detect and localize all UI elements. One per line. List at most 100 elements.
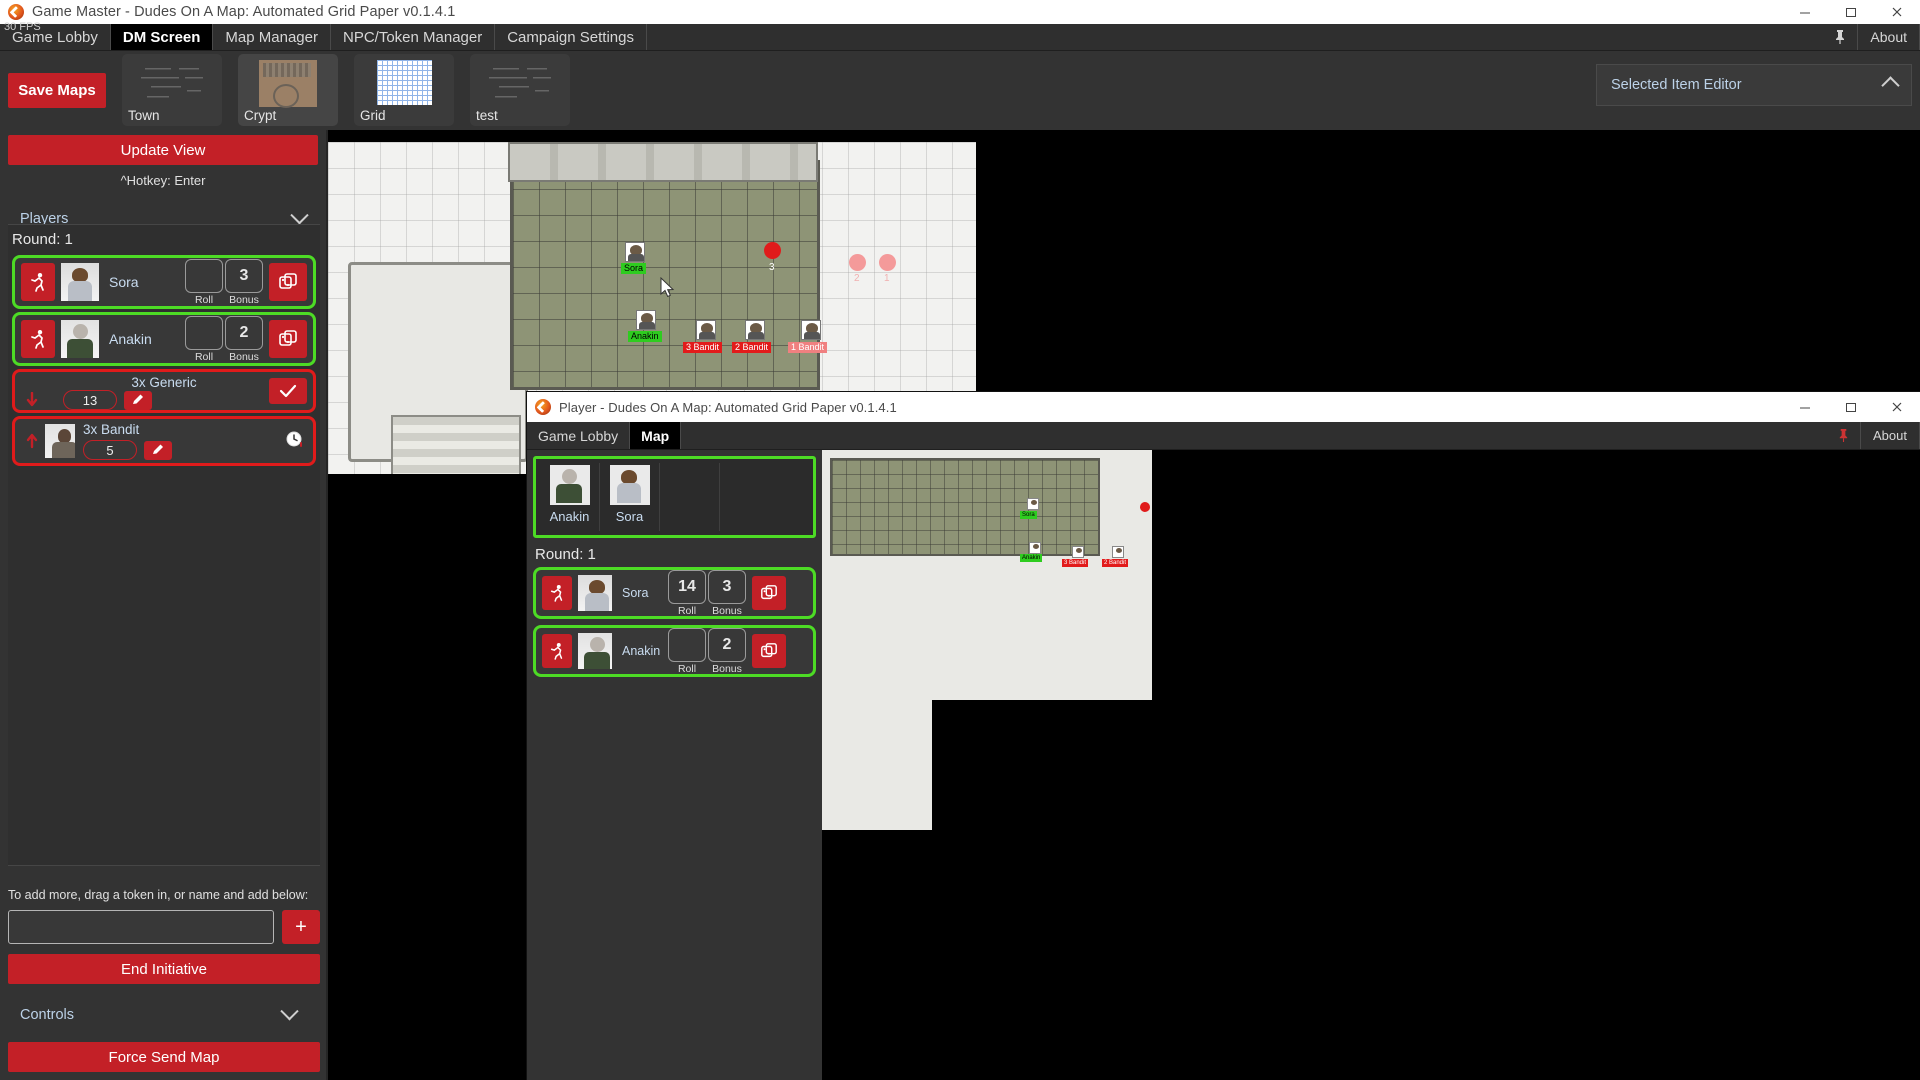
minimize-icon[interactable] xyxy=(1782,395,1828,419)
roll-caption: Roll xyxy=(194,294,214,306)
player-initiative-row-anakin[interactable]: Anakin Roll 2 Bonus xyxy=(533,625,816,677)
player-token-empty[interactable] xyxy=(660,463,720,531)
roll-input[interactable] xyxy=(185,259,223,293)
maximize-icon[interactable] xyxy=(1828,395,1874,419)
player-bonus-input[interactable]: 3 xyxy=(708,570,746,604)
round-label: Round: 1 xyxy=(12,231,73,248)
npc-group-row-generic[interactable]: 3x Generic 13 xyxy=(12,369,316,413)
player-token-name: Sora xyxy=(615,509,644,524)
map-token[interactable] xyxy=(745,320,765,340)
map-token-label: 2 Bandit xyxy=(732,342,772,353)
npc-action-wrap xyxy=(269,378,307,404)
roll-input[interactable] xyxy=(185,316,223,350)
dice-icon[interactable] xyxy=(752,576,786,610)
initiative-row-sora[interactable]: Sora Roll 3 Bonus xyxy=(12,255,316,309)
map-marker-number: 2 xyxy=(854,273,860,284)
player-token-bar[interactable]: Anakin Sora xyxy=(533,456,816,538)
close-icon[interactable] xyxy=(1874,0,1920,24)
player-window-body: Anakin Sora Round: 1 Sora 14 Roll 3 Bonu… xyxy=(527,450,1920,1080)
bonus-field-wrap: 2 Bonus xyxy=(708,628,746,675)
dice-icon[interactable] xyxy=(269,263,307,301)
run-icon[interactable] xyxy=(21,320,55,358)
map-token-label: Sora xyxy=(621,263,647,274)
bonus-caption: Bonus xyxy=(229,351,259,363)
bonus-caption: Bonus xyxy=(712,663,742,675)
clock-icon[interactable] xyxy=(285,429,305,454)
map-thumbnail-test[interactable]: test xyxy=(470,54,570,126)
map-token[interactable] xyxy=(625,242,645,262)
map-thumbnail-town[interactable]: Town xyxy=(122,54,222,126)
pencil-icon[interactable] xyxy=(144,440,172,460)
map-marker[interactable] xyxy=(764,242,781,259)
map-token[interactable] xyxy=(696,320,716,340)
town-thumbnail-image xyxy=(135,60,209,107)
gm-window-title: Game Master - Dudes On A Map: Automated … xyxy=(32,4,456,20)
dice-icon[interactable] xyxy=(752,634,786,668)
player-map-canvas[interactable]: Sora Anakin 3 Bandit 2 Bandit xyxy=(822,450,1920,1080)
npc-group-row-bandit[interactable]: 3x Bandit 5 xyxy=(12,416,316,466)
run-icon[interactable] xyxy=(542,634,572,668)
map-token-label: 3 Bandit xyxy=(683,342,723,353)
arrow-up-icon[interactable] xyxy=(21,433,43,449)
update-view-button[interactable]: Update View xyxy=(8,135,318,165)
player-initiative-row-sora[interactable]: Sora 14 Roll 3 Bonus xyxy=(533,567,816,619)
tab-game-lobby[interactable]: Game Lobby xyxy=(0,24,111,50)
tab-dm-screen[interactable]: DM Screen xyxy=(110,24,214,50)
pin-icon[interactable] xyxy=(1826,422,1860,449)
map-token[interactable] xyxy=(801,320,821,340)
tab-map-manager[interactable]: Map Manager xyxy=(213,24,331,50)
player-roll-input[interactable] xyxy=(668,628,706,662)
npc-initiative-value[interactable]: 5 xyxy=(83,440,137,460)
npc-initiative-value[interactable]: 13 xyxy=(63,390,117,410)
initiative-row-anakin[interactable]: Anakin Roll 2 Bonus xyxy=(12,312,316,366)
add-token-input[interactable] xyxy=(8,910,274,944)
map-token[interactable] xyxy=(636,310,656,330)
dice-icon[interactable] xyxy=(269,320,307,358)
player-map-token xyxy=(1112,546,1124,558)
map-thumbnail-crypt[interactable]: Crypt xyxy=(238,54,338,126)
bonus-input[interactable]: 3 xyxy=(225,259,263,293)
force-send-map-button[interactable]: Force Send Map xyxy=(8,1042,320,1072)
chevron-down-icon[interactable] xyxy=(290,205,309,224)
pin-icon[interactable] xyxy=(1823,24,1857,50)
player-token-anakin[interactable]: Anakin xyxy=(540,463,600,531)
run-icon[interactable] xyxy=(542,576,572,610)
map-marker-number: 1 xyxy=(884,273,890,284)
controls-section-header[interactable]: Controls xyxy=(8,998,320,1032)
selected-item-editor-panel[interactable]: Selected Item Editor xyxy=(1596,64,1912,106)
player-about-button[interactable]: About xyxy=(1860,422,1920,449)
map-thumbnail-grid[interactable]: Grid xyxy=(354,54,454,126)
run-icon[interactable] xyxy=(21,263,55,301)
roll-field-wrap: Roll xyxy=(185,316,223,363)
player-roll-input[interactable]: 14 xyxy=(668,570,706,604)
application-root: Game Master - Dudes On A Map: Automated … xyxy=(0,0,1920,1080)
close-icon[interactable] xyxy=(1874,395,1920,419)
tab-npc-token-manager[interactable]: NPC/Token Manager xyxy=(330,24,496,50)
roll-field-wrap: 14 Roll xyxy=(668,570,706,617)
end-initiative-button[interactable]: End Initiative xyxy=(8,954,320,984)
save-maps-button[interactable]: Save Maps xyxy=(8,73,106,108)
map-thumbnail-label: test xyxy=(476,108,498,123)
add-token-button[interactable]: + xyxy=(282,910,320,944)
check-icon[interactable] xyxy=(269,378,307,404)
pencil-icon[interactable] xyxy=(124,390,152,410)
about-button[interactable]: About xyxy=(1857,24,1920,50)
arrow-down-icon[interactable] xyxy=(21,392,43,408)
gm-tabstrip: Game Lobby DM Screen Map Manager NPC/Tok… xyxy=(0,24,1920,51)
map-marker[interactable] xyxy=(879,254,896,271)
maximize-icon[interactable] xyxy=(1828,0,1874,24)
bonus-input[interactable]: 2 xyxy=(225,316,263,350)
add-token-hint: To add more, drag a token in, or name an… xyxy=(8,888,309,902)
chevron-down-icon[interactable] xyxy=(280,1001,299,1020)
player-tab-map[interactable]: Map xyxy=(630,422,682,449)
player-sidebar: Anakin Sora Round: 1 Sora 14 Roll 3 Bonu… xyxy=(527,450,822,1080)
player-bonus-input[interactable]: 2 xyxy=(708,628,746,662)
chevron-up-icon[interactable] xyxy=(1881,75,1900,95)
map-marker[interactable] xyxy=(849,254,866,271)
controls-section-label: Controls xyxy=(20,1007,74,1023)
minimize-icon[interactable] xyxy=(1782,0,1828,24)
player-tab-game-lobby[interactable]: Game Lobby xyxy=(527,422,631,449)
map-marker-number: 3 xyxy=(769,262,775,273)
tab-campaign-settings[interactable]: Campaign Settings xyxy=(495,24,647,50)
player-token-sora[interactable]: Sora xyxy=(600,463,660,531)
